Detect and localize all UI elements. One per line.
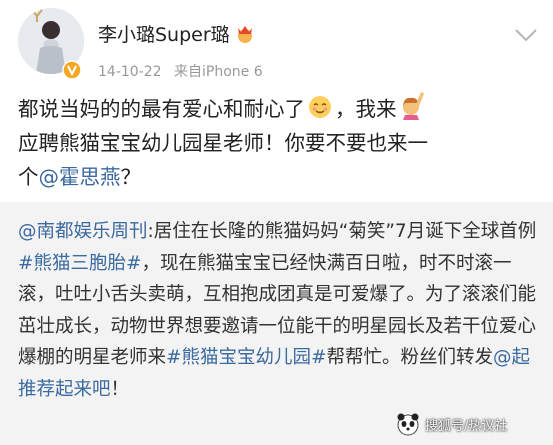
chevron-down-icon[interactable] — [514, 28, 538, 42]
mention-link[interactable]: @霍思燕 — [39, 165, 121, 189]
post-date: 14-10-22 — [98, 64, 162, 80]
watermark-text: 搜狐号/热议社 — [425, 419, 508, 434]
verified-badge-icon — [62, 60, 82, 80]
smiling-face-icon — [309, 96, 331, 118]
post-source: 来自iPhone 6 — [174, 64, 263, 80]
post-header: 李小璐Super璐 14-10-22 来自iPhone 6 — [0, 0, 553, 86]
hashtag-link[interactable]: #熊猫宝宝幼儿园# — [166, 347, 327, 368]
raising-hand-icon — [402, 92, 424, 120]
post-meta: 14-10-22 来自iPhone 6 — [98, 61, 263, 81]
post-line-1: 都说当妈的的最有爱心和耐心了 ，我来 — [18, 92, 538, 126]
panda-icon — [397, 413, 419, 435]
username[interactable]: 李小璐Super璐 — [98, 20, 256, 47]
hashtag-link[interactable]: #熊猫三胞胎# — [18, 253, 142, 274]
member-crown-icon — [237, 25, 252, 43]
post-line-3: 个@霍思燕？ — [18, 165, 141, 189]
repost-author-link[interactable]: @南都娱乐周刊 — [18, 221, 148, 242]
repost-text: @南都娱乐周刊:居住在长隆的熊猫妈妈“菊笑”7月诞下全球首例#熊猫三胞胎#，现在… — [18, 221, 537, 400]
post-content: 都说当妈的的最有爱心和耐心了 ，我来 应聘熊猫宝宝幼儿园星老师！你要不要也来一 个… — [18, 92, 538, 194]
username-label[interactable]: 李小璐Super璐 — [98, 20, 230, 47]
post-line-2: 应聘熊猫宝宝幼儿园星老师！你要不要也来一 — [18, 131, 428, 155]
watermark: 搜狐号/热议社 — [395, 404, 553, 445]
